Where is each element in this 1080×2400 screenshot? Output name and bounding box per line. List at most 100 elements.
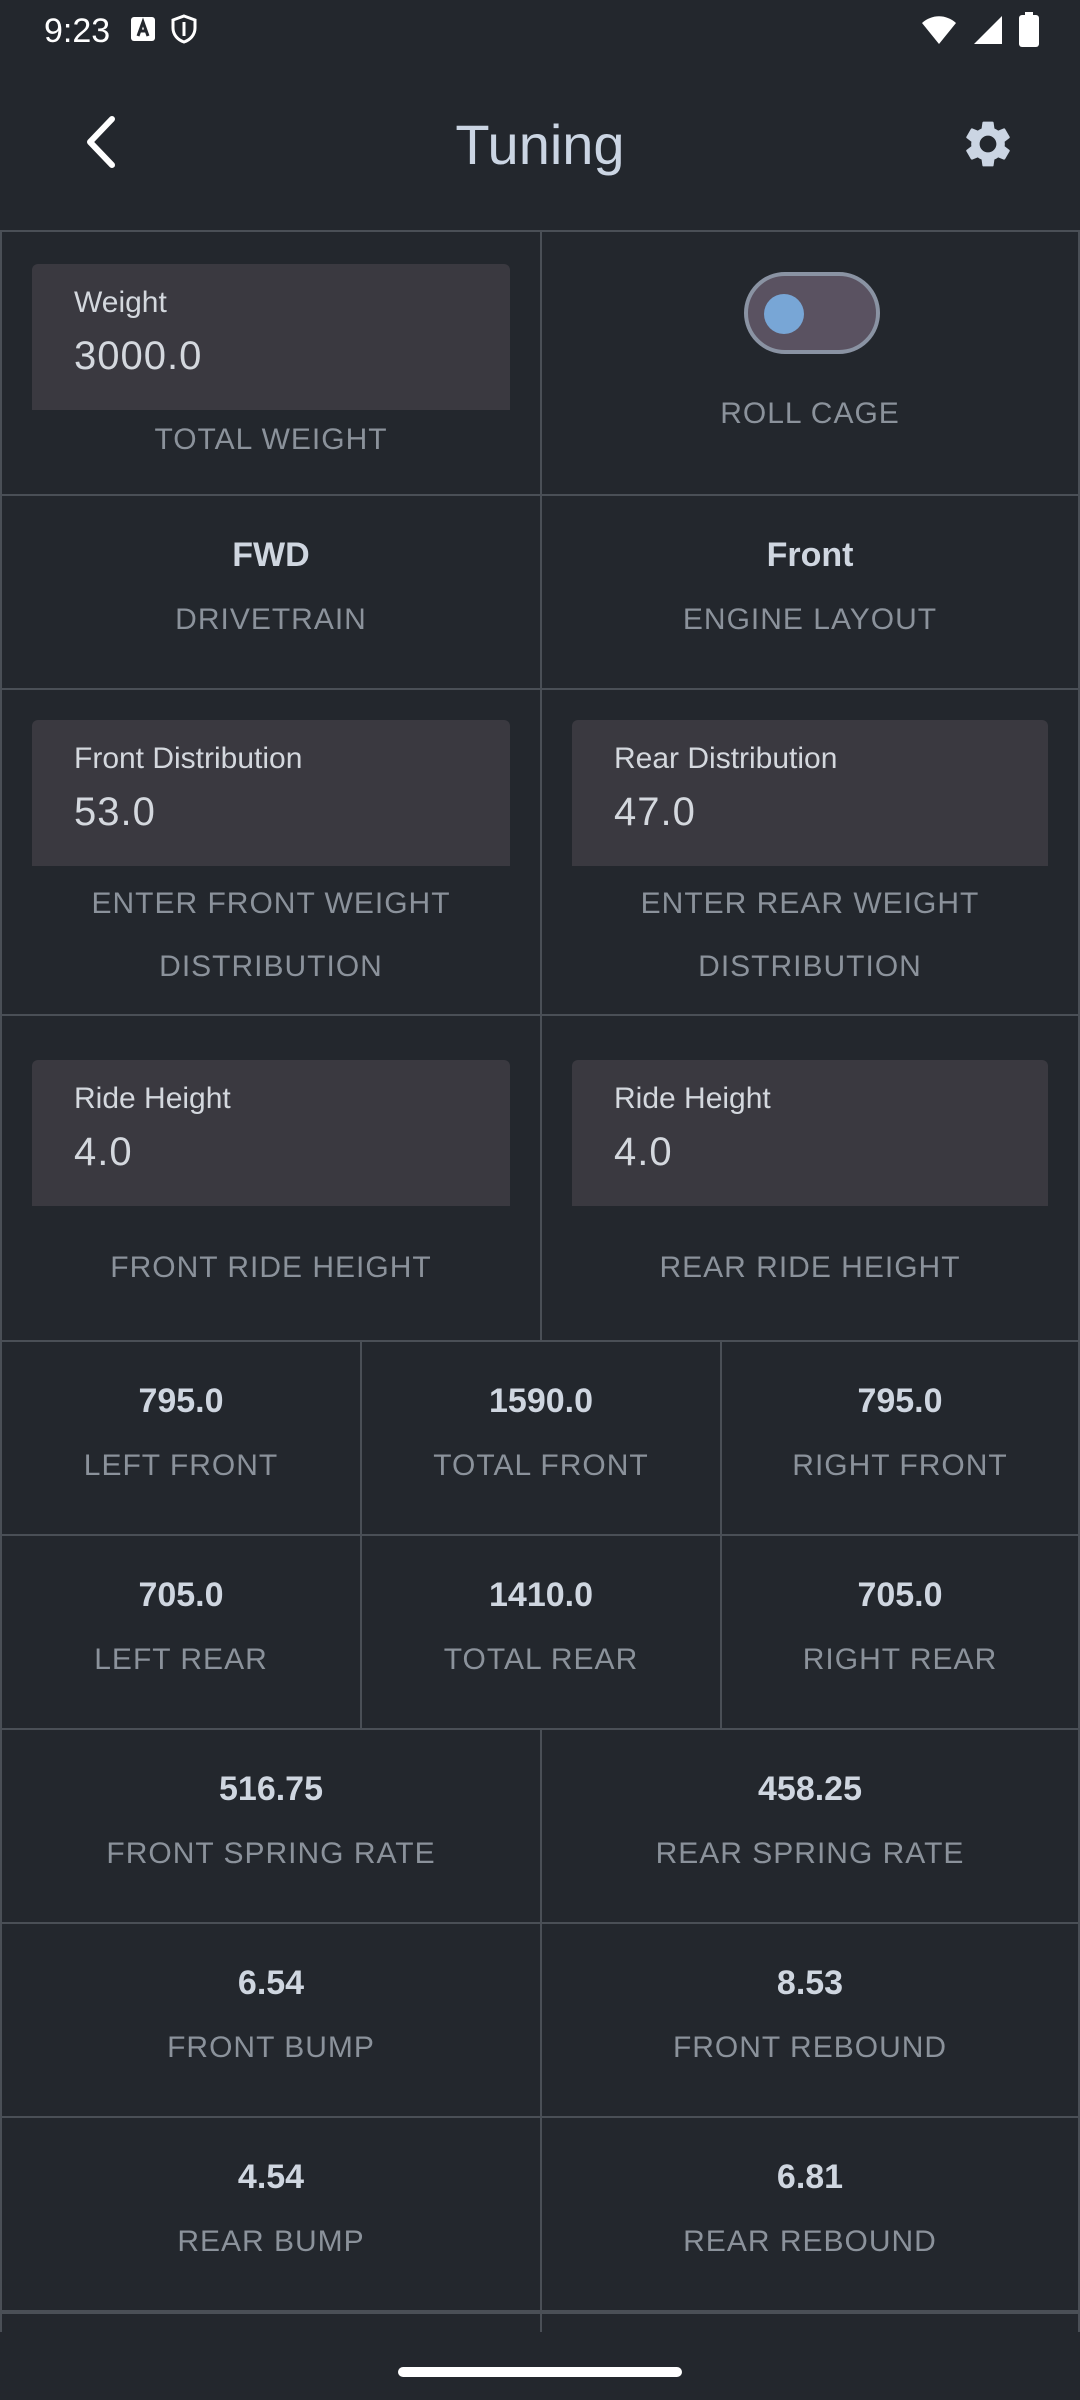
shield-icon: [170, 14, 198, 49]
roll-cage-toggle[interactable]: [744, 272, 880, 354]
row-front-weights: 795.0 LEFT FRONT 1590.0 TOTAL FRONT 795.…: [0, 1340, 1080, 1534]
status-left-icons: [130, 14, 198, 49]
drivetrain-value: FWD: [232, 536, 310, 574]
rear-distribution-cell: Rear Distribution 47.0 ENTER REAR WEIGHT…: [540, 690, 1080, 1014]
front-spring-rate-caption: FRONT SPRING RATE: [106, 1837, 436, 1870]
total-weight-caption: TOTAL WEIGHT: [154, 423, 388, 456]
front-bump-cell: 6.54 FRONT BUMP: [0, 1924, 540, 2116]
status-bar: 9:23: [0, 0, 1080, 62]
roll-cage-cell: ROLL CAGE: [540, 232, 1080, 494]
weight-field-value: 3000.0: [74, 334, 203, 378]
total-front-value: 1590.0: [489, 1382, 593, 1420]
rear-distribution-caption-1: ENTER REAR WEIGHT: [640, 887, 980, 920]
right-rear-cell: 705.0 RIGHT REAR: [720, 1536, 1080, 1728]
front-distribution-value: 53.0: [74, 790, 156, 834]
left-front-caption: LEFT FRONT: [83, 1449, 279, 1482]
front-spring-rate-value: 516.75: [219, 1770, 323, 1808]
front-distribution-cell: Front Distribution 53.0 ENTER FRONT WEIG…: [0, 690, 540, 1014]
toggle-knob: [764, 294, 804, 334]
front-bump-caption: FRONT BUMP: [167, 2031, 375, 2064]
settings-button[interactable]: [958, 116, 1018, 176]
front-ride-height-cell: Ride Height 4.0 FRONT RIDE HEIGHT: [0, 1016, 540, 1340]
row-ride-height: Ride Height 4.0 FRONT RIDE HEIGHT Ride H…: [0, 1014, 1080, 1340]
rear-rebound-value: 6.81: [776, 2158, 844, 2196]
right-front-caption: RIGHT FRONT: [792, 1449, 1008, 1482]
row-spring-rates: 516.75 FRONT SPRING RATE 458.25 REAR SPR…: [0, 1728, 1080, 1922]
rear-rebound-cell: 6.81 REAR REBOUND: [540, 2118, 1080, 2310]
app-bar: Tuning: [0, 62, 1080, 232]
row-rear-weights: 705.0 LEFT REAR 1410.0 TOTAL REAR 705.0 …: [0, 1534, 1080, 1728]
left-front-value: 795.0: [138, 1382, 224, 1420]
front-distribution-caption-2: DISTRIBUTION: [159, 950, 383, 983]
front-rebound-cell: 8.53 FRONT REBOUND: [540, 1924, 1080, 2116]
page-title: Tuning: [455, 113, 625, 176]
total-rear-cell: 1410.0 TOTAL REAR: [360, 1536, 720, 1728]
rear-ride-height-cell: Ride Height 4.0 REAR RIDE HEIGHT: [540, 1016, 1080, 1340]
weight-field[interactable]: Weight 3000.0: [32, 264, 510, 410]
front-rebound-caption: FRONT REBOUND: [672, 2031, 948, 2064]
left-rear-cell: 705.0 LEFT REAR: [0, 1536, 360, 1728]
engine-layout-cell[interactable]: Front ENGINE LAYOUT: [540, 496, 1080, 688]
rear-distribution-field[interactable]: Rear Distribution 47.0: [572, 720, 1048, 866]
rear-ride-height-field[interactable]: Ride Height 4.0: [572, 1060, 1048, 1206]
left-front-cell: 795.0 LEFT FRONT: [0, 1342, 360, 1534]
rear-distribution-value: 47.0: [614, 790, 696, 834]
roll-cage-caption: ROLL CAGE: [720, 397, 900, 430]
weight-field-label: Weight: [74, 286, 167, 319]
battery-icon: [1018, 12, 1040, 53]
rear-ride-height-value: 4.0: [614, 1130, 673, 1174]
front-distribution-caption-1: ENTER FRONT WEIGHT: [91, 887, 451, 920]
drivetrain-cell[interactable]: FWD DRIVETRAIN: [0, 496, 540, 688]
row-rear-damping: 4.54 REAR BUMP 6.81 REAR REBOUND: [0, 2116, 1080, 2312]
rear-spring-rate-cell: 458.25 REAR SPRING RATE: [540, 1730, 1080, 1922]
total-front-caption: TOTAL FRONT: [433, 1449, 649, 1482]
front-distribution-label: Front Distribution: [74, 742, 303, 775]
rear-bump-cell: 4.54 REAR BUMP: [0, 2118, 540, 2310]
status-right-icons: [920, 12, 1040, 53]
home-indicator[interactable]: [398, 2367, 682, 2377]
signal-icon: [972, 14, 1004, 51]
rear-distribution-caption-2: DISTRIBUTION: [698, 950, 922, 983]
row-front-damping: 6.54 FRONT BUMP 8.53 FRONT REBOUND: [0, 1922, 1080, 2116]
engine-layout-caption: ENGINE LAYOUT: [682, 603, 938, 636]
rear-ride-height-label: Ride Height: [614, 1082, 771, 1115]
weight-cell: Weight 3000.0 TOTAL WEIGHT: [0, 232, 540, 494]
rear-bump-caption: REAR BUMP: [177, 2225, 365, 2258]
rear-distribution-label: Rear Distribution: [614, 742, 838, 775]
engine-layout-value: Front: [766, 536, 854, 574]
status-time: 9:23: [44, 12, 111, 50]
drivetrain-caption: DRIVETRAIN: [175, 603, 367, 636]
total-front-cell: 1590.0 TOTAL FRONT: [360, 1342, 720, 1534]
rear-bump-value: 4.54: [237, 2158, 305, 2196]
partial-cell-right: [540, 2314, 1080, 2332]
text-notification-icon: [130, 16, 156, 47]
wifi-icon: [920, 14, 958, 51]
gear-icon: [960, 116, 1016, 177]
front-distribution-field[interactable]: Front Distribution 53.0: [32, 720, 510, 866]
partial-cell-left: [0, 2314, 540, 2332]
front-ride-height-caption: FRONT RIDE HEIGHT: [110, 1251, 432, 1284]
right-rear-caption: RIGHT REAR: [802, 1643, 998, 1676]
rear-rebound-caption: REAR REBOUND: [683, 2225, 937, 2258]
tuning-grid: Weight 3000.0 TOTAL WEIGHT ROLL CAGE FWD…: [0, 230, 1080, 2332]
front-bump-value: 6.54: [237, 1964, 305, 2002]
right-rear-value: 705.0: [857, 1576, 943, 1614]
front-spring-rate-cell: 516.75 FRONT SPRING RATE: [0, 1730, 540, 1922]
right-front-value: 795.0: [857, 1382, 943, 1420]
front-ride-height-label: Ride Height: [74, 1082, 231, 1115]
right-front-cell: 795.0 RIGHT FRONT: [720, 1342, 1080, 1534]
front-rebound-value: 8.53: [776, 1964, 844, 2002]
row-weight: Weight 3000.0 TOTAL WEIGHT ROLL CAGE: [0, 230, 1080, 494]
rear-spring-rate-value: 458.25: [758, 1770, 862, 1808]
tuning-screen: 9:23 Tuning Weight 3000.0 TOTAL WEIGHT R…: [0, 0, 1080, 2400]
total-rear-caption: TOTAL REAR: [443, 1643, 639, 1676]
left-rear-caption: LEFT REAR: [94, 1643, 268, 1676]
row-partial: [0, 2312, 1080, 2332]
total-rear-value: 1410.0: [489, 1576, 593, 1614]
front-ride-height-value: 4.0: [74, 1130, 133, 1174]
row-distribution: Front Distribution 53.0 ENTER FRONT WEIG…: [0, 688, 1080, 1014]
rear-ride-height-caption: REAR RIDE HEIGHT: [659, 1251, 961, 1284]
row-drivetrain: FWD DRIVETRAIN Front ENGINE LAYOUT: [0, 494, 1080, 688]
front-ride-height-field[interactable]: Ride Height 4.0: [32, 1060, 510, 1206]
left-rear-value: 705.0: [138, 1576, 224, 1614]
